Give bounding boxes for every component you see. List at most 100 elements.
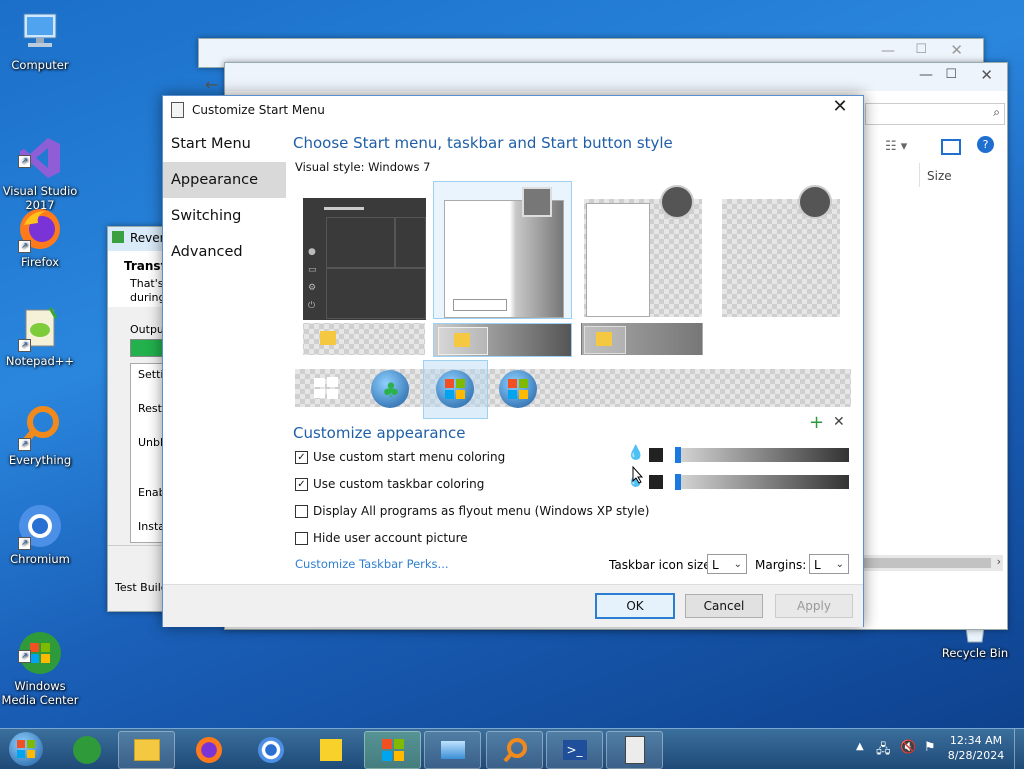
color-drop-icon[interactable]: 💧 — [627, 445, 644, 461]
taskbar-sticky-notes[interactable] — [302, 731, 359, 769]
cancel-button[interactable]: Cancel — [685, 594, 763, 618]
color-swatch[interactable] — [649, 448, 663, 462]
taskbar-media-center[interactable] — [58, 731, 115, 769]
taskbar-icon-size-label: Taskbar icon size: — [609, 558, 715, 572]
dialog-title: Customize Start Menu — [192, 103, 325, 117]
column-header-size[interactable]: Size — [927, 169, 952, 183]
minimize-icon[interactable]: — — [881, 43, 895, 59]
desktop-icon-computer[interactable]: Computer — [0, 8, 80, 72]
show-hidden-icons-chevron[interactable]: ▲ — [856, 741, 864, 752]
taskbar-powershell[interactable]: >_ — [546, 731, 603, 769]
explorer-search-input[interactable]: ⌕ — [865, 103, 1005, 125]
option-custom-taskbar-coloring[interactable]: ✓ Use custom taskbar coloring — [295, 477, 484, 491]
dialog-titlebar[interactable]: Customize Start Menu ✕ — [163, 96, 863, 123]
option-flyout-menu[interactable]: Display All programs as flyout menu (Win… — [295, 504, 649, 518]
taskbar-everything[interactable] — [486, 731, 543, 769]
nav-start-menu[interactable]: Start Menu — [163, 126, 286, 162]
style-thumb-windows10[interactable]: ● ▭ ⚙ ⏻ — [303, 198, 426, 320]
action-center-icon[interactable]: ⚑ — [924, 740, 936, 755]
apply-button[interactable]: Apply — [775, 594, 853, 618]
clock-time: 12:34 AM — [949, 734, 1003, 747]
taskbar-file-explorer[interactable] — [118, 731, 175, 769]
installer-status-text: Test Build — [115, 581, 168, 594]
start-button-windows10[interactable] — [313, 376, 339, 400]
clock[interactable]: 12:34 AM 8/28/2024 — [946, 733, 1006, 763]
minimize-icon[interactable]: — — [919, 67, 933, 83]
taskbar-chromium[interactable] — [242, 731, 299, 769]
firefox-icon: ↗ — [16, 205, 64, 253]
help-icon[interactable]: ? — [977, 136, 994, 153]
show-desktop-button[interactable] — [1014, 729, 1024, 769]
folder-icon — [320, 331, 336, 345]
background-installer-window[interactable]: Rever Transfo That's during Outpu Settin… — [107, 226, 174, 612]
start-button-windows7-selected[interactable] — [423, 360, 488, 419]
start-button[interactable] — [4, 731, 48, 767]
taskbar-style-opaque[interactable] — [581, 323, 703, 355]
close-icon[interactable]: ✕ — [950, 41, 963, 59]
slider-knob[interactable] — [675, 474, 681, 490]
style-thumb-windows7[interactable] — [433, 181, 572, 319]
maximize-icon[interactable]: ☐ — [915, 42, 927, 57]
start-menu-opacity-slider[interactable] — [675, 447, 849, 463]
close-icon[interactable]: ✕ — [823, 96, 857, 120]
nav-advanced[interactable]: Advanced — [163, 234, 286, 270]
scrollbar-thumb[interactable] — [863, 558, 991, 568]
add-icon[interactable]: + — [809, 412, 824, 433]
checkbox-checked[interactable]: ✓ — [295, 477, 308, 491]
search-icon: ⌕ — [993, 105, 1000, 119]
installer-output-label: Outpu — [130, 323, 164, 336]
style-thumb-classic[interactable] — [583, 185, 703, 318]
nav-appearance[interactable]: Appearance — [163, 162, 286, 198]
taskbar-style-glass[interactable] — [433, 323, 572, 357]
start-button-custom-orb[interactable] — [499, 370, 537, 408]
horizontal-scrollbar[interactable]: › — [863, 555, 1003, 571]
margins-select[interactable]: L ⌄ — [809, 554, 849, 574]
preview-pane-icon[interactable] — [941, 139, 961, 155]
thumb-detail — [324, 207, 364, 210]
customize-taskbar-perks-link[interactable]: Customize Taskbar Perks... — [295, 557, 449, 571]
option-label: Use custom start menu coloring — [313, 450, 506, 464]
taskbar-opacity-slider[interactable] — [675, 474, 849, 490]
taskbar-firefox[interactable] — [180, 731, 237, 769]
checkbox-checked[interactable]: ✓ — [295, 450, 308, 464]
option-custom-start-menu-coloring[interactable]: ✓ Use custom start menu coloring — [295, 450, 505, 464]
user-picture-icon — [522, 187, 552, 217]
thumb-tile — [326, 267, 426, 319]
desktop-icon-media-center[interactable]: ↗ Windows Media Center — [0, 601, 80, 721]
taskbar-open-shell-setup[interactable] — [364, 731, 421, 769]
desktop-icon-chromium[interactable]: ↗ Chromium — [0, 502, 80, 566]
close-icon[interactable]: ✕ — [980, 66, 993, 84]
visual-style-label: Visual style: — [295, 160, 365, 174]
slider-knob[interactable] — [675, 447, 681, 463]
view-options-icon[interactable]: ☷ ▾ — [885, 139, 907, 154]
everything-icon — [502, 738, 527, 763]
desktop-icon-notepadpp[interactable]: ↗ Notepad++ — [0, 304, 80, 368]
checkbox-unchecked[interactable] — [295, 531, 308, 545]
thumb-side-icons: ● ▭ ⚙ ⏻ — [308, 247, 317, 311]
windows-logo-icon — [381, 739, 404, 761]
volume-muted-icon[interactable]: 🔇 — [900, 740, 916, 755]
select-value: L — [712, 558, 719, 572]
ok-button[interactable]: OK — [595, 593, 675, 619]
taskbar-customize-start-menu[interactable] — [606, 731, 663, 769]
installer-app-icon — [112, 231, 124, 243]
back-arrow-icon[interactable]: ← — [205, 75, 218, 94]
desktop-icon-everything[interactable]: ↗ Everything — [0, 403, 80, 467]
dialog-nav: Start Menu Appearance Switching Advanced — [163, 126, 286, 270]
checkbox-unchecked[interactable] — [295, 504, 308, 518]
style-thumb-minimal[interactable] — [721, 185, 841, 318]
shell-icon — [440, 741, 465, 759]
taskbar-open-shell[interactable] — [424, 731, 481, 769]
remove-icon[interactable]: ✕ — [833, 414, 845, 430]
network-icon[interactable]: 🖧 — [876, 740, 891, 762]
color-swatch[interactable] — [649, 475, 663, 489]
scroll-right-icon[interactable]: › — [997, 555, 1001, 568]
windows-orb-icon — [9, 732, 43, 766]
maximize-icon[interactable]: ☐ — [945, 67, 957, 82]
option-hide-user-picture[interactable]: Hide user account picture — [295, 531, 468, 545]
start-button-classic-orb[interactable]: ♣ — [371, 370, 409, 408]
taskbar-icon-size-select[interactable]: L ⌄ — [707, 554, 747, 574]
nav-switching[interactable]: Switching — [163, 198, 286, 234]
taskbar-style-transparent[interactable] — [303, 323, 425, 355]
desktop-icon-firefox[interactable]: ↗ Firefox — [0, 205, 80, 269]
